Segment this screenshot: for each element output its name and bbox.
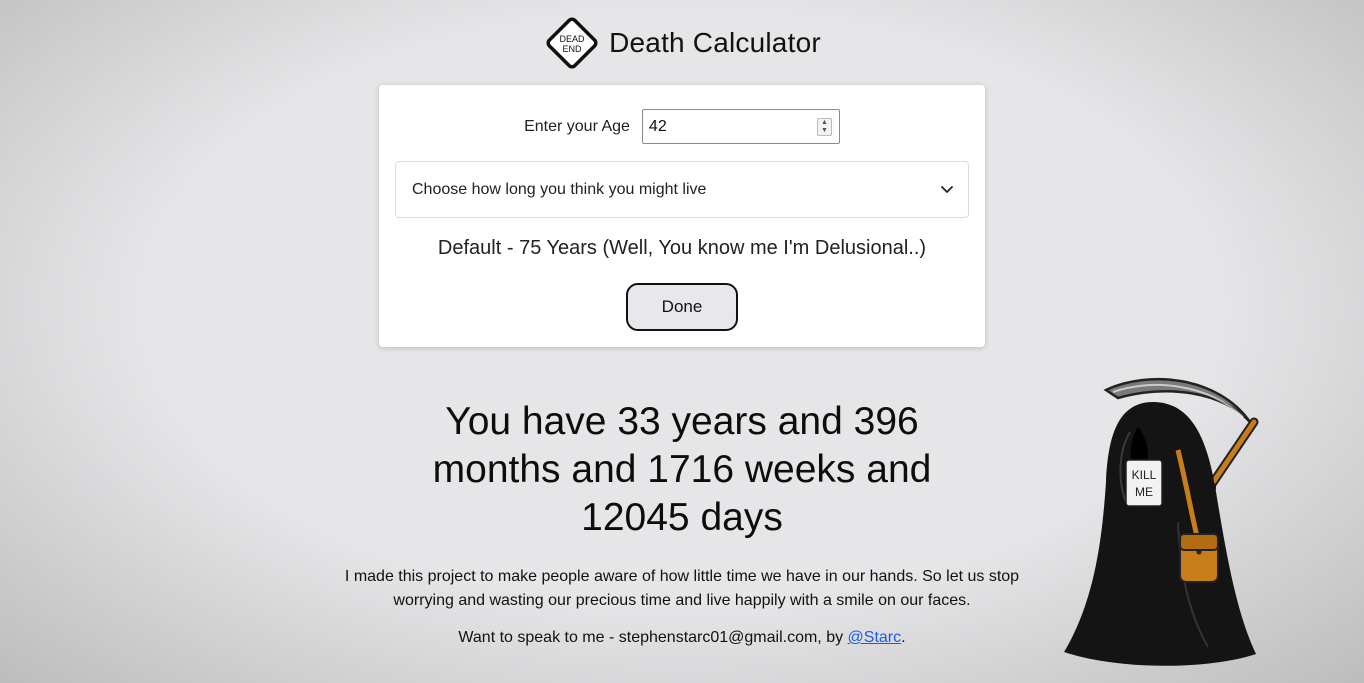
calculator-card: Enter your Age ▲ ▼ Choose how long you t… [379, 85, 985, 347]
dead-end-sign-icon: DEAD END [543, 14, 601, 72]
contact-text: Want to speak to me - stephenstarc01@gma… [458, 629, 848, 646]
age-input[interactable] [642, 110, 839, 143]
age-stepper[interactable]: ▲ ▼ [816, 118, 832, 136]
about-text: I made this project to make people aware… [344, 568, 1020, 609]
default-lifespan-text: Default - 75 Years (Well, You know me I'… [437, 237, 927, 259]
grim-reaper-illustration: KILL ME [1058, 372, 1263, 672]
sign-text-line2: ME [1135, 485, 1153, 499]
age-label: Enter your Age [524, 117, 630, 135]
result-text: You have 33 years and 396 months and 171… [432, 400, 932, 539]
done-button[interactable]: Done [626, 283, 738, 331]
sign-text-line1: KILL [1132, 468, 1157, 482]
contact-line: Want to speak to me - stephenstarc01@gma… [342, 629, 1022, 647]
page-title: Death Calculator [609, 27, 821, 58]
lifespan-select-value: Choose how long you think you might live [412, 180, 707, 198]
age-field-wrapper: ▲ ▼ [641, 109, 840, 144]
contact-suffix: . [901, 629, 906, 646]
chevron-down-icon [941, 186, 953, 193]
starc-link[interactable]: @Starc [848, 629, 902, 646]
header: DEAD END Death Calculator [0, 14, 1364, 72]
logo-text-line1: DEAD [560, 34, 586, 44]
lifespan-select[interactable]: Choose how long you think you might live [395, 161, 969, 218]
stepper-down-icon[interactable]: ▼ [821, 127, 828, 135]
age-row: Enter your Age ▲ ▼ [379, 109, 985, 144]
stepper-up-icon[interactable]: ▲ [821, 119, 828, 127]
logo-text-line2: END [563, 44, 583, 54]
